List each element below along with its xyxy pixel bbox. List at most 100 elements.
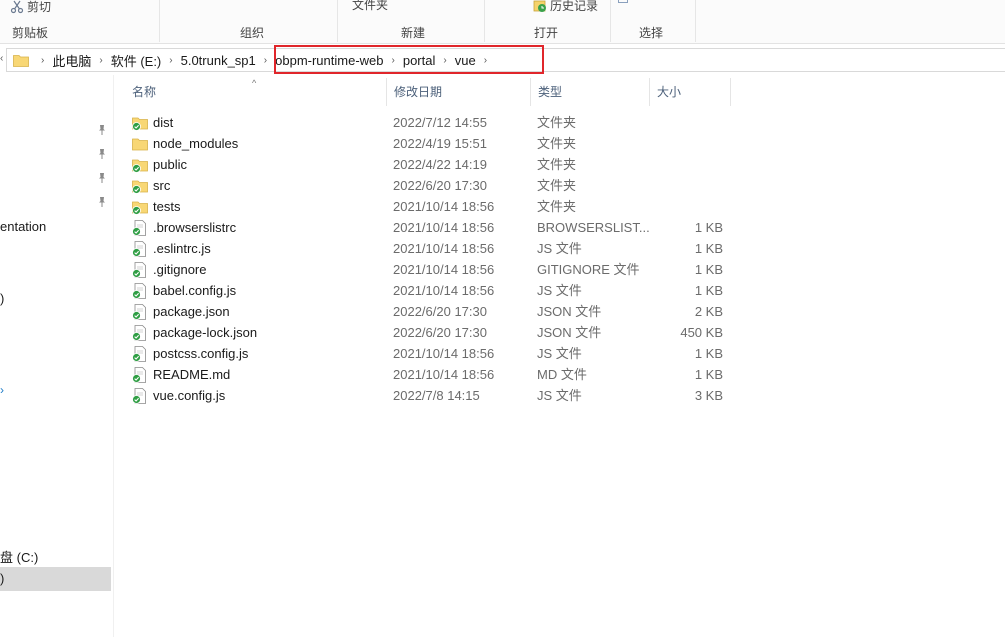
file-name: dist [153,115,174,130]
breadcrumb-runtime-web[interactable]: obpm-runtime-web [271,53,387,68]
file-size: 1 KB [694,346,723,361]
file-modified-date: 2021/10/14 18:56 [393,241,495,256]
breadcrumb-separator[interactable]: › [95,55,106,66]
breadcrumb-separator[interactable]: › [165,55,176,66]
breadcrumb-portal[interactable]: portal [399,53,440,68]
file-size: 1 KB [694,367,723,382]
new-folder-button[interactable]: 文件夹 [352,0,388,13]
file-row[interactable]: README.md 2021/10/14 18:56 MD 文件 1 KB [124,364,1005,385]
column-divider[interactable] [730,78,731,106]
pin-icon[interactable] [96,148,108,160]
folder-synced-icon [132,178,148,194]
address-bar[interactable]: › 此电脑 › 软件 (E:) › 5.0trunk_sp1 › obpm-ru… [6,48,1005,72]
cut-button[interactable]: 剪切 [10,0,51,15]
file-synced-icon [132,283,148,299]
file-size: 450 KB [680,325,723,340]
breadcrumb-vue[interactable]: vue [451,53,480,68]
column-headers: ^ 名称 修改日期 类型 大小 [124,78,1005,106]
file-row[interactable]: package-lock.json 2022/6/20 17:30 JSON 文件 4… [124,322,1005,343]
nav-item-partial[interactable]: ) [0,291,4,306]
file-type: JSON 文件 [537,325,602,340]
file-size: 1 KB [694,262,723,277]
nav-item-presentation[interactable]: entation [0,219,46,234]
breadcrumb-drive-e[interactable]: 软件 (E:) [107,51,166,70]
file-modified-date: 2022/4/22 14:19 [393,157,487,172]
up-chevron-icon[interactable]: ‹ [0,53,3,64]
nav-expand-icon[interactable]: › [0,383,4,397]
folder-synced-icon [132,157,148,173]
file-name: public [153,157,187,172]
select-group-label: 选择 [639,26,664,40]
file-name: src [153,178,171,193]
clipboard-group-label: 剪贴板 [12,26,49,40]
ribbon-divider [484,0,485,42]
file-type: MD 文件 [537,367,587,382]
file-modified-date: 2021/10/14 18:56 [393,199,495,214]
scissors-icon [10,0,24,14]
file-row[interactable]: .gitignore 2021/10/14 18:56 GITIGNORE 文件 1 … [124,259,1005,280]
breadcrumb-trunk[interactable]: 5.0trunk_sp1 [177,53,260,68]
breadcrumb-separator[interactable]: › [439,55,450,66]
history-button[interactable]: 历史记录 [533,0,598,14]
file-row[interactable]: postcss.config.js 2021/10/14 18:56 JS 文件 1 … [124,343,1005,364]
file-row[interactable]: public 2022/4/22 14:19 文件夹 [124,154,1005,175]
file-synced-icon [132,220,148,236]
file-synced-icon [132,325,148,341]
breadcrumb-separator[interactable]: › [260,55,271,66]
file-modified-date: 2021/10/14 18:56 [393,262,495,277]
file-row[interactable]: .browserslistrc 2021/10/14 18:56 BROWSERSL… [124,217,1005,238]
file-type: JS 文件 [537,388,582,403]
breadcrumb-separator[interactable]: › [480,55,491,66]
history-label: 历史记录 [550,0,599,13]
file-name: package.json [153,304,230,319]
file-modified-date: 2022/4/19 15:51 [393,136,487,151]
file-row[interactable]: .eslintrc.js 2021/10/14 18:56 JS 文件 1 KB [124,238,1005,259]
nav-item-drive-c[interactable]: 盘 (C:) [0,547,38,566]
open-group-label: 打开 [534,26,559,40]
file-name: vue.config.js [153,388,226,403]
pin-icon[interactable] [96,172,108,184]
breadcrumb-separator[interactable]: › [388,55,399,66]
file-name: tests [153,199,181,214]
file-row[interactable]: tests 2021/10/14 18:56 文件夹 [124,196,1005,217]
file-row[interactable]: babel.config.js 2021/10/14 18:56 JS 文件 1 KB [124,280,1005,301]
breadcrumb-separator[interactable]: › [37,55,48,66]
file-name: babel.config.js [153,283,237,298]
file-modified-date: 2021/10/14 18:56 [393,367,495,382]
file-name: .eslintrc.js [153,241,211,256]
pin-icon[interactable] [96,124,108,136]
file-modified-date: 2022/7/12 14:55 [393,115,487,130]
column-header-name[interactable]: 名称 [124,78,386,106]
file-type: 文件夹 [537,178,577,193]
navigation-pane: entation ) › 盘 (C:) ) [0,75,114,637]
file-size: 1 KB [694,283,723,298]
file-type: JS 文件 [537,241,582,256]
folder-synced-icon [132,199,148,215]
file-row[interactable]: node_modules 2022/4/19 15:51 文件夹 [124,133,1005,154]
file-synced-icon [132,367,148,383]
file-size: 1 KB [694,220,723,235]
file-synced-icon [132,262,148,278]
folder-icon [13,53,29,67]
breadcrumb-this-pc[interactable]: 此电脑 [48,51,95,70]
nav-item-selected[interactable]: ) [0,567,111,591]
pin-icon[interactable] [96,196,108,208]
file-name: postcss.config.js [153,346,249,361]
folder-icon [132,136,148,152]
file-row[interactable]: vue.config.js 2022/7/8 14:15 JS 文件 3 KB [124,385,1005,406]
file-name: package-lock.json [153,325,258,340]
column-header-type[interactable]: 类型 [530,78,649,106]
file-row[interactable]: dist 2022/7/12 14:55 文件夹 [124,112,1005,133]
file-modified-date: 2021/10/14 18:56 [393,346,495,361]
file-modified-date: 2022/6/20 17:30 [393,325,487,340]
file-row[interactable]: src 2022/6/20 17:30 文件夹 [124,175,1005,196]
file-name: README.md [153,367,231,382]
file-synced-icon [132,346,148,362]
file-type: JS 文件 [537,346,582,361]
file-type: 文件夹 [537,157,577,172]
file-modified-date: 2021/10/14 18:56 [393,283,495,298]
column-header-size[interactable]: 大小 [649,78,730,106]
select-button[interactable] [618,0,630,4]
column-header-modified[interactable]: 修改日期 [386,78,530,106]
file-row[interactable]: package.json 2022/6/20 17:30 JSON 文件 2 KB [124,301,1005,322]
